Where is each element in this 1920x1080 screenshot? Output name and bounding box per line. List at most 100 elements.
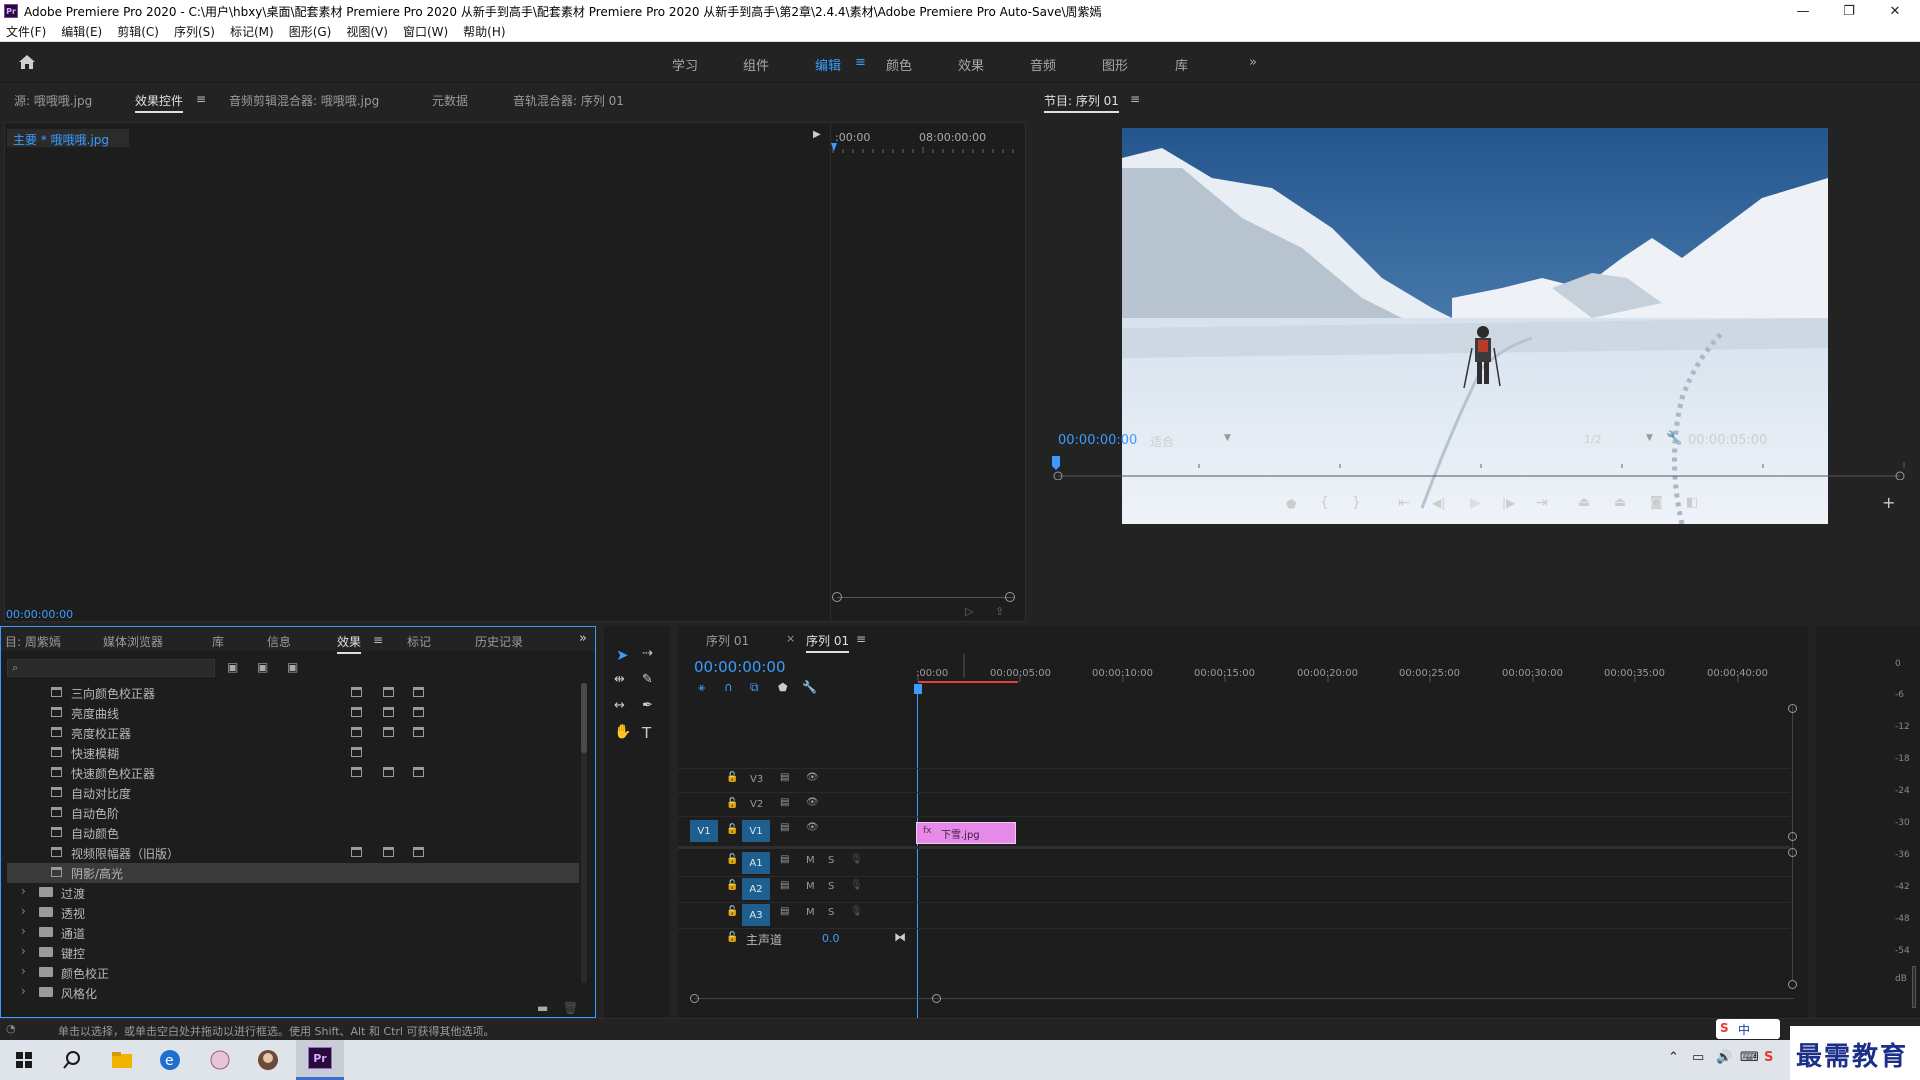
close-tab-icon[interactable]: ×	[786, 632, 795, 645]
program-current-timecode[interactable]: 00:00:00:00	[1058, 433, 1137, 448]
menu-file[interactable]: 文件(F)	[6, 23, 46, 40]
track-target-a1[interactable]: A1	[742, 852, 770, 874]
play-icon[interactable]: ▶	[1470, 495, 1481, 511]
sync-lock-icon[interactable]: ▤	[780, 822, 789, 833]
restore-button[interactable]: ❐	[1826, 0, 1872, 22]
workspace-color[interactable]: 颜色	[886, 55, 912, 74]
menu-sequence[interactable]: 序列(S)	[174, 23, 215, 40]
tab-media-browser[interactable]: 媒体浏览器	[103, 633, 163, 650]
comparison-view-icon[interactable]: ◧	[1686, 495, 1698, 510]
voiceover-mic-icon[interactable]: 🎙	[850, 880, 863, 891]
sync-lock-icon[interactable]: ▤	[780, 772, 789, 783]
workspace-learn[interactable]: 学习	[672, 55, 698, 74]
folder-item[interactable]: › 通道	[7, 923, 579, 943]
solo-button[interactable]: S	[828, 881, 834, 892]
tray-volume-icon[interactable]: 🔊	[1716, 1050, 1732, 1065]
premiere-taskbar-button[interactable]: Pr	[296, 1040, 344, 1080]
hand-tool-icon[interactable]: ✋	[614, 724, 631, 740]
pen-tool-icon[interactable]: ✒	[642, 698, 653, 713]
folder-item[interactable]: › 风格化	[7, 983, 579, 1003]
menu-edit[interactable]: 编辑(E)	[61, 23, 102, 40]
workspace-libraries[interactable]: 库	[1175, 55, 1188, 74]
track-lock-icon[interactable]: 🔓	[726, 772, 738, 783]
ime-indicator[interactable]: S 中	[1716, 1019, 1780, 1039]
chevron-right-icon[interactable]: ›	[21, 884, 26, 898]
toggle-output-eye-icon[interactable]: 👁	[806, 797, 819, 808]
solo-button[interactable]: S	[828, 907, 834, 918]
tab-effect-controls[interactable]: 效果控件	[135, 92, 184, 113]
effect-item[interactable]: 亮度曲线	[7, 703, 579, 723]
filter-icon[interactable]: ▷	[965, 605, 973, 618]
mute-button[interactable]: M	[806, 907, 815, 918]
playhead-handle[interactable]	[914, 684, 922, 694]
scroll-handle-left[interactable]	[690, 994, 699, 1003]
tray-network-icon[interactable]: ▭	[1692, 1050, 1704, 1065]
track-select-tool-icon[interactable]: ⇢	[642, 646, 653, 661]
tab-history[interactable]: 历史记录	[475, 633, 523, 650]
type-tool-icon[interactable]: T	[642, 724, 651, 742]
ripple-edit-tool-icon[interactable]: ⇹	[614, 672, 625, 687]
resolution-dropdown[interactable]: 1/2 ▼	[1580, 430, 1660, 450]
scroll-handle-right[interactable]	[932, 994, 941, 1003]
snap-magnet-icon[interactable]: ∩	[724, 680, 733, 694]
file-explorer-icon[interactable]	[108, 1046, 136, 1074]
timeline-timecode[interactable]: 00:00:00:00	[694, 658, 786, 676]
go-to-out-icon[interactable]: ⇥	[1536, 495, 1548, 511]
voiceover-mic-icon[interactable]: 🎙	[850, 906, 863, 917]
effects-scrollbar-thumb[interactable]	[581, 683, 587, 753]
track-lock-icon[interactable]: 🔓	[726, 798, 738, 809]
vscroll-handle-top[interactable]	[1788, 704, 1797, 713]
vscroll-handle-mid[interactable]	[1788, 832, 1797, 841]
workspace-editing[interactable]: 编辑	[815, 55, 841, 74]
tray-keyboard-icon[interactable]: ⌨	[1740, 1050, 1759, 1065]
accelerated-effects-filter-icon[interactable]: ▣	[227, 660, 238, 674]
tab-source[interactable]: 源: 哦哦哦.jpg	[14, 92, 92, 109]
tab-audio-clip-mixer[interactable]: 音频剪辑混合器: 哦哦哦.jpg	[229, 92, 379, 109]
insert-nest-icon[interactable]: ⚹	[698, 680, 705, 695]
zoom-handle-left[interactable]	[832, 592, 842, 602]
vscroll-handle-mid2[interactable]	[1788, 848, 1797, 857]
effect-item[interactable]: 三向颜色校正器	[7, 683, 579, 703]
program-menu-icon[interactable]: ≡	[1130, 92, 1140, 106]
effect-controls-timecode[interactable]: 00:00:00:00	[6, 608, 73, 621]
workspace-effects[interactable]: 效果	[958, 55, 984, 74]
workspace-graphics[interactable]: 图形	[1102, 55, 1128, 74]
chevron-right-icon[interactable]: ›	[21, 944, 26, 958]
edge-browser-icon[interactable]: e	[156, 1046, 184, 1074]
delete-trash-icon[interactable]: 🗑	[563, 1001, 578, 1015]
solo-button[interactable]: S	[828, 855, 834, 866]
menu-marker[interactable]: 标记(M)	[230, 23, 274, 40]
add-marker-icon[interactable]: ⬟	[1286, 497, 1296, 511]
zoom-scrollbar[interactable]	[837, 597, 1015, 598]
export-icon[interactable]: ⇪	[995, 605, 1004, 618]
mark-in-icon[interactable]: {	[1320, 495, 1329, 511]
tab-libraries[interactable]: 库	[212, 633, 224, 650]
toggle-output-eye-icon[interactable]: 👁	[806, 822, 819, 833]
selection-tool-icon[interactable]: ➤	[616, 646, 629, 664]
effects-scrollbar[interactable]	[581, 683, 587, 983]
tab-markers[interactable]: 标记	[407, 633, 431, 650]
zoom-dropdown[interactable]: 适合 ▼	[1146, 430, 1238, 450]
vscroll-handle-bottom[interactable]	[1788, 980, 1797, 989]
menu-help[interactable]: 帮助(H)	[463, 23, 505, 40]
panel-menu-icon[interactable]: ≡	[196, 92, 206, 106]
clip-label[interactable]: 主要 * 哦哦哦.jpg	[13, 131, 109, 148]
timeline-settings-wrench-icon[interactable]: 🔧	[802, 680, 817, 694]
track-target-v1[interactable]: V1	[742, 820, 770, 842]
more-workspaces-button[interactable]: »	[1249, 55, 1257, 70]
track-label-v2[interactable]: V2	[750, 799, 763, 810]
zoom-handle-right[interactable]	[1005, 592, 1015, 602]
voiceover-mic-icon[interactable]: 🎙	[850, 854, 863, 865]
tab-sequence-2[interactable]: 序列 01	[806, 632, 850, 653]
timeline-horizontal-scrollbar[interactable]	[694, 998, 1794, 999]
app-icon[interactable]	[206, 1046, 234, 1074]
chevron-right-icon[interactable]: ›	[21, 904, 26, 918]
expand-arrow-icon[interactable]: ▶	[813, 129, 821, 140]
yuv-effects-filter-icon[interactable]: ▣	[287, 660, 298, 674]
export-frame-camera-icon[interactable]: ◙	[1650, 495, 1663, 510]
mark-out-icon[interactable]: }	[1352, 495, 1361, 511]
effect-item[interactable]: 自动色阶	[7, 803, 579, 823]
workspace-assembly[interactable]: 组件	[743, 55, 769, 74]
effects-search-field[interactable]: ⌕	[7, 659, 215, 677]
folder-item[interactable]: › 透视	[7, 903, 579, 923]
